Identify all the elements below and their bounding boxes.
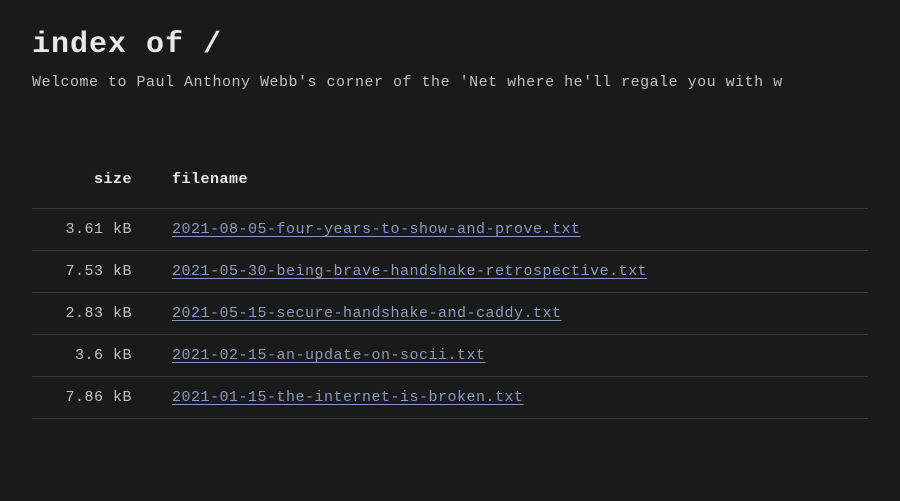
directory-listing: index of / Welcome to Paul Anthony Webb'…: [0, 0, 900, 447]
file-link[interactable]: 2021-05-30-being-brave-handshake-retrosp…: [172, 263, 647, 280]
table-row: 2.83 kB 2021-05-15-secure-handshake-and-…: [32, 293, 868, 335]
file-link[interactable]: 2021-08-05-four-years-to-show-and-prove.…: [172, 221, 581, 238]
file-size: 2.83 kB: [32, 293, 172, 335]
column-header-filename: filename: [172, 163, 868, 209]
table-row: 7.53 kB 2021-05-30-being-brave-handshake…: [32, 251, 868, 293]
file-size: 3.61 kB: [32, 209, 172, 251]
table-row: 7.86 kB 2021-01-15-the-internet-is-broke…: [32, 377, 868, 419]
file-name-cell: 2021-02-15-an-update-on-socii.txt: [172, 335, 868, 377]
table-row: 3.61 kB 2021-08-05-four-years-to-show-an…: [32, 209, 868, 251]
file-link[interactable]: 2021-02-15-an-update-on-socii.txt: [172, 347, 486, 364]
file-name-cell: 2021-01-15-the-internet-is-broken.txt: [172, 377, 868, 419]
file-name-cell: 2021-05-30-being-brave-handshake-retrosp…: [172, 251, 868, 293]
table-row: 3.6 kB 2021-02-15-an-update-on-socii.txt: [32, 335, 868, 377]
welcome-text: Welcome to Paul Anthony Webb's corner of…: [32, 74, 868, 91]
file-size: 7.86 kB: [32, 377, 172, 419]
file-link[interactable]: 2021-05-15-secure-handshake-and-caddy.tx…: [172, 305, 562, 322]
page-title: index of /: [32, 28, 868, 62]
file-size: 3.6 kB: [32, 335, 172, 377]
file-table: size filename 3.61 kB 2021-08-05-four-ye…: [32, 163, 868, 419]
file-name-cell: 2021-08-05-four-years-to-show-and-prove.…: [172, 209, 868, 251]
file-size: 7.53 kB: [32, 251, 172, 293]
file-name-cell: 2021-05-15-secure-handshake-and-caddy.tx…: [172, 293, 868, 335]
file-link[interactable]: 2021-01-15-the-internet-is-broken.txt: [172, 389, 524, 406]
column-header-size: size: [32, 163, 172, 209]
